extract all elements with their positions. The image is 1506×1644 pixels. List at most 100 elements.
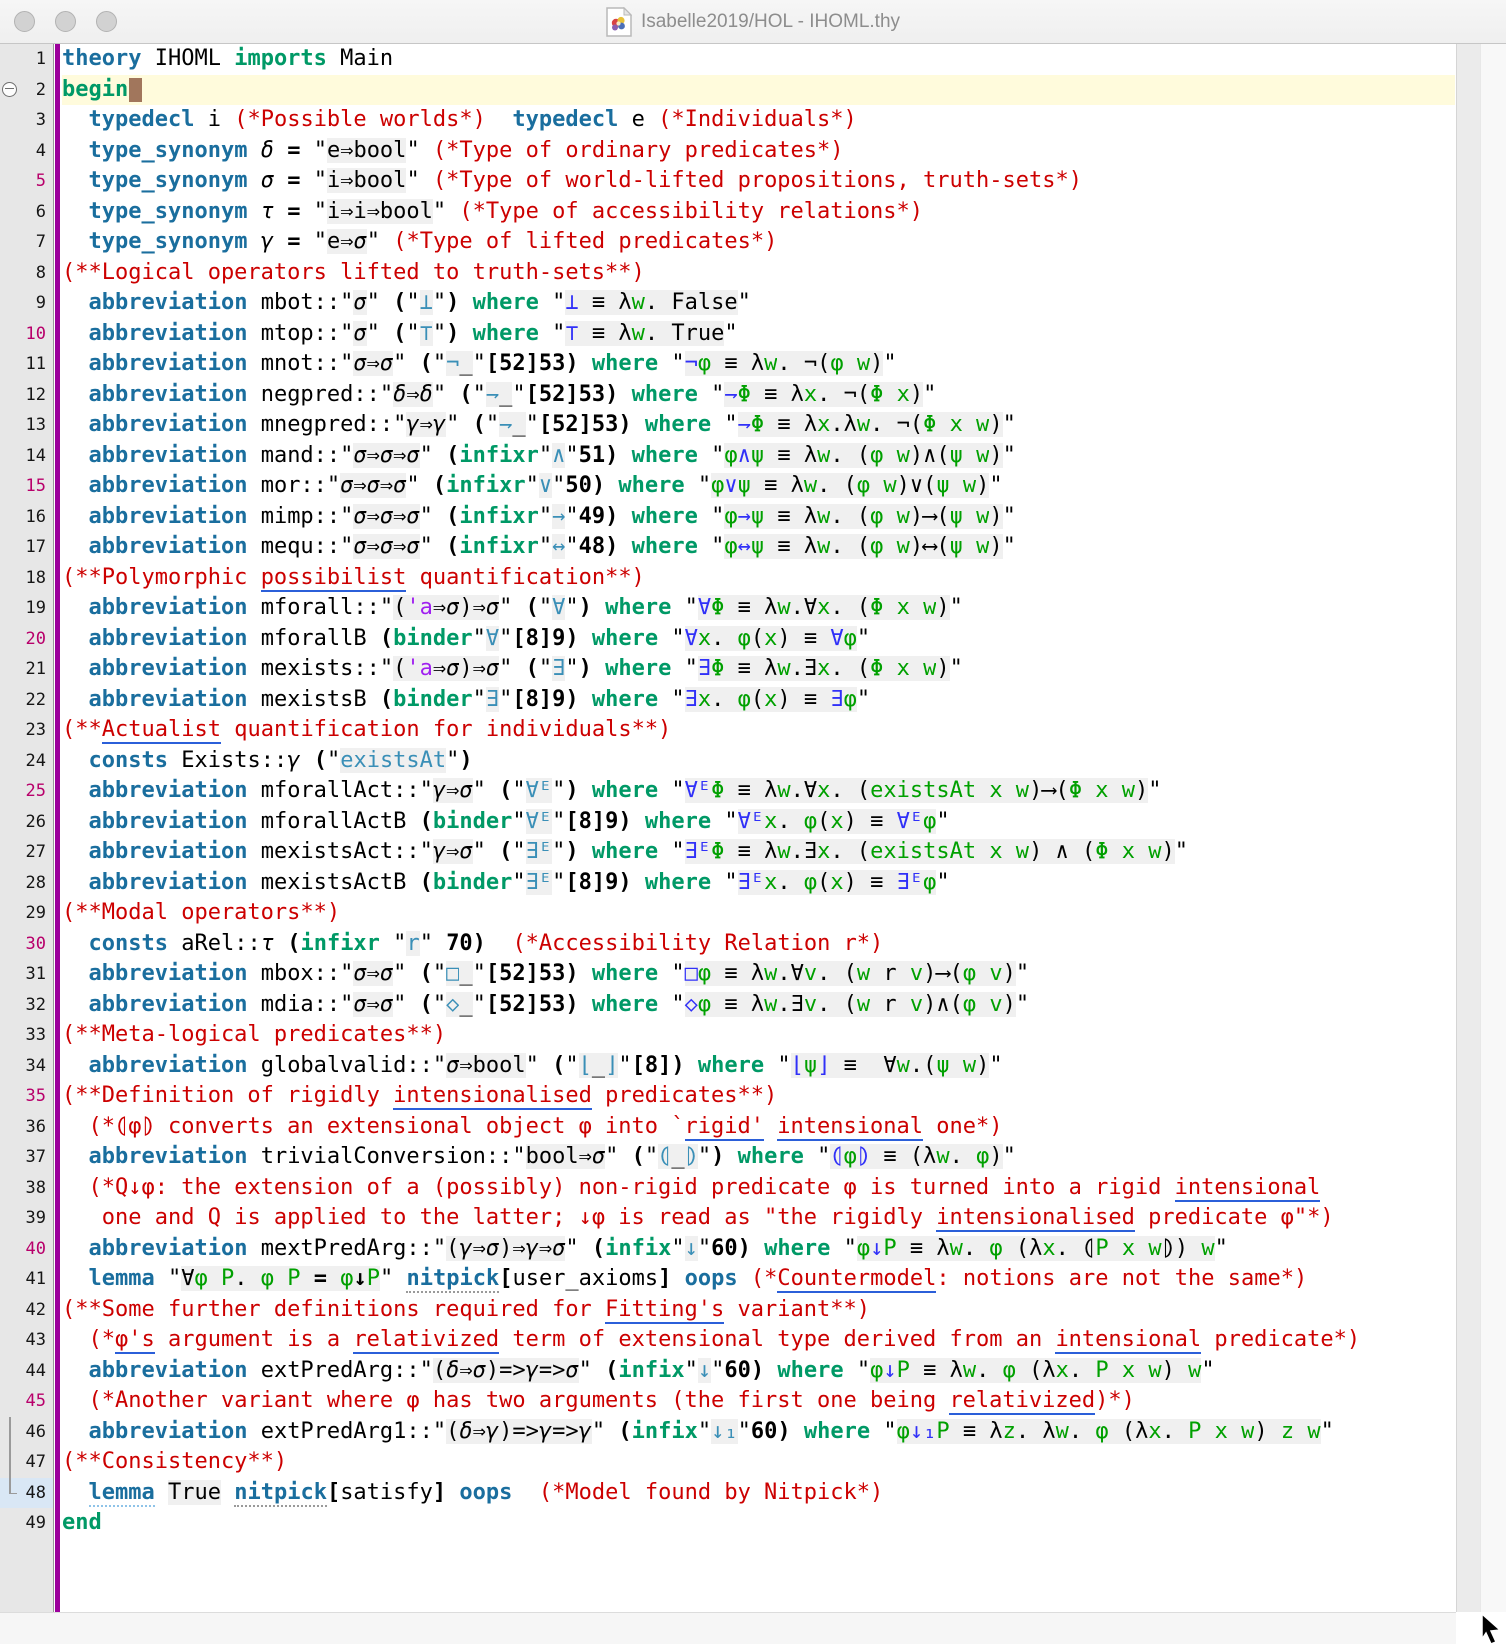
code-line: (**Modal operators**) xyxy=(62,898,1455,929)
code-line: (*⦇φ⦈ converts an extensional object φ i… xyxy=(62,1112,1455,1143)
code-line: (**Logical operators lifted to truth-set… xyxy=(62,258,1455,289)
code-line: abbreviation extPredArg::"(δ⇒σ)=>γ=>σ" (… xyxy=(62,1356,1455,1387)
code-line: abbreviation mextPredArg::"(γ⇒σ)⇒γ⇒σ" (i… xyxy=(62,1234,1455,1265)
line-number: 16 xyxy=(0,502,53,533)
line-number: 42 xyxy=(0,1295,53,1326)
line-number: 24 xyxy=(0,746,53,777)
code-line: one and Q is applied to the latter; ↓φ i… xyxy=(62,1203,1455,1234)
code-line: type_synonym σ = "i⇒bool" (*Type of worl… xyxy=(62,166,1455,197)
document-icon xyxy=(606,7,632,37)
code-line: begin xyxy=(62,75,1455,106)
code-area[interactable]: theory IHOML imports Mainbegin typedecl … xyxy=(62,44,1455,1612)
line-number: 41 xyxy=(0,1264,53,1295)
line-number: 2 xyxy=(0,75,53,106)
code-line: (**Actualist quantification for individu… xyxy=(62,715,1455,746)
line-number: 7 xyxy=(0,227,53,258)
code-line: abbreviation mbox::"σ⇒σ" ("□_"[52]53) wh… xyxy=(62,959,1455,990)
fold-collapse-icon[interactable] xyxy=(2,82,17,97)
error-overview-column xyxy=(1480,44,1506,1612)
code-line: consts Exists::γ ("existsAt") xyxy=(62,746,1455,777)
code-line: lemma True nitpick[satisfy] oops (*Model… xyxy=(62,1478,1455,1509)
code-line: (**Meta-logical predicates**) xyxy=(62,1020,1455,1051)
vertical-scrollbar[interactable] xyxy=(1456,44,1480,1612)
line-number: 32 xyxy=(0,990,53,1021)
mouse-cursor xyxy=(1478,1612,1506,1644)
line-number: 1 xyxy=(0,44,53,75)
line-number: 22 xyxy=(0,685,53,716)
theory-status-bar xyxy=(55,44,60,1612)
line-number: 44 xyxy=(0,1356,53,1387)
line-number: 31 xyxy=(0,959,53,990)
line-number: 11 xyxy=(0,349,53,380)
line-number: 38 xyxy=(0,1173,53,1204)
code-line: abbreviation mor::"σ⇒σ⇒σ" (infixr"∨"50) … xyxy=(62,471,1455,502)
line-number: 18 xyxy=(0,563,53,594)
code-line: abbreviation mnot::"σ⇒σ" ("¬_"[52]53) wh… xyxy=(62,349,1455,380)
code-line: consts aRel::τ (infixr "r" 70) (*Accessi… xyxy=(62,929,1455,960)
line-number: 27 xyxy=(0,837,53,868)
text-cursor xyxy=(129,78,142,102)
fold-guide-end xyxy=(9,1493,17,1495)
line-number: 19 xyxy=(0,593,53,624)
line-number: 9 xyxy=(0,288,53,319)
code-line: end xyxy=(62,1508,1455,1539)
code-line: (**Definition of rigidly intensionalised… xyxy=(62,1081,1455,1112)
line-number: 29 xyxy=(0,898,53,929)
line-number: 5 xyxy=(0,166,53,197)
code-line: abbreviation mexistsB (binder"∃"[8]9) wh… xyxy=(62,685,1455,716)
line-number: 36 xyxy=(0,1112,53,1143)
line-number: 35 xyxy=(0,1081,53,1112)
line-number: 17 xyxy=(0,532,53,563)
code-line: abbreviation mforallB (binder"∀"[8]9) wh… xyxy=(62,624,1455,655)
line-number: 49 xyxy=(0,1508,53,1539)
code-line: abbreviation mbot::"σ" ("⊥") where "⊥ ≡ … xyxy=(62,288,1455,319)
code-line: (**Some further definitions required for… xyxy=(62,1295,1455,1326)
line-number: 45 xyxy=(0,1386,53,1417)
isabelle-window: { "window": { "title": "Isabelle2019/HOL… xyxy=(0,0,1506,1644)
editor-area: 1234567891011121314151617181920212223242… xyxy=(0,44,1506,1612)
code-line: abbreviation globalvalid::"σ⇒bool" ("⌊_⌋… xyxy=(62,1051,1455,1082)
line-number: 25 xyxy=(0,776,53,807)
line-number: 37 xyxy=(0,1142,53,1173)
line-number: 43 xyxy=(0,1325,53,1356)
code-line: abbreviation mforallActB (binder"∀ᴱ"[8]9… xyxy=(62,807,1455,838)
line-number: 23 xyxy=(0,715,53,746)
code-line: (*Another variant where φ has two argume… xyxy=(62,1386,1455,1417)
line-number: 47 xyxy=(0,1447,53,1478)
code-line: (**Polymorphic possibilist quantificatio… xyxy=(62,563,1455,594)
line-number: 4 xyxy=(0,136,53,167)
line-number: 26 xyxy=(0,807,53,838)
code-line: (*φ's argument is a relativized term of … xyxy=(62,1325,1455,1356)
line-number: 15 xyxy=(0,471,53,502)
line-number: 40 xyxy=(0,1234,53,1265)
line-number: 3 xyxy=(0,105,53,136)
line-number: 13 xyxy=(0,410,53,441)
code-line: abbreviation mforallAct::"γ⇒σ" ("∀ᴱ") wh… xyxy=(62,776,1455,807)
line-number: 21 xyxy=(0,654,53,685)
line-number: 39 xyxy=(0,1203,53,1234)
code-line: abbreviation mexists::"('a⇒σ)⇒σ" ("∃") w… xyxy=(62,654,1455,685)
code-line: abbreviation mexistsAct::"γ⇒σ" ("∃ᴱ") wh… xyxy=(62,837,1455,868)
code-line: theory IHOML imports Main xyxy=(62,44,1455,75)
horizontal-scrollbar[interactable] xyxy=(0,1612,1456,1644)
code-line: abbreviation mnegpred::"γ⇒γ" ("⇁_"[52]53… xyxy=(62,410,1455,441)
line-number-gutter: 1234567891011121314151617181920212223242… xyxy=(0,44,54,1612)
fold-guide-line xyxy=(9,1417,11,1493)
code-line: type_synonym γ = "e⇒σ" (*Type of lifted … xyxy=(62,227,1455,258)
code-line: abbreviation mtop::"σ" ("⊤") where "⊤ ≡ … xyxy=(62,319,1455,350)
line-number: 8 xyxy=(0,258,53,289)
code-line: (**Consistency**) xyxy=(62,1447,1455,1478)
window-title: Isabelle2019/HOL - IHOML.thy xyxy=(641,11,900,33)
code-line: abbreviation mdia::"σ⇒σ" ("◇_"[52]53) wh… xyxy=(62,990,1455,1021)
line-number: 30 xyxy=(0,929,53,960)
code-line: abbreviation mexistsActB (binder"∃ᴱ"[8]9… xyxy=(62,868,1455,899)
window-titlebar: Isabelle2019/HOL - IHOML.thy xyxy=(0,0,1506,44)
code-line: (*Q↓φ: the extension of a (possibly) non… xyxy=(62,1173,1455,1204)
line-number: 20 xyxy=(0,624,53,655)
code-line: lemma "∀φ P. φ P = φ↓P" nitpick[user_axi… xyxy=(62,1264,1455,1295)
code-line: abbreviation negpred::"δ⇒δ" ("⇁_"[52]53)… xyxy=(62,380,1455,411)
line-number: 12 xyxy=(0,380,53,411)
code-line: abbreviation extPredArg1::"(δ⇒γ)=>γ=>γ" … xyxy=(62,1417,1455,1448)
line-number: 48 xyxy=(0,1478,53,1509)
code-line: abbreviation mand::"σ⇒σ⇒σ" (infixr"∧"51)… xyxy=(62,441,1455,472)
